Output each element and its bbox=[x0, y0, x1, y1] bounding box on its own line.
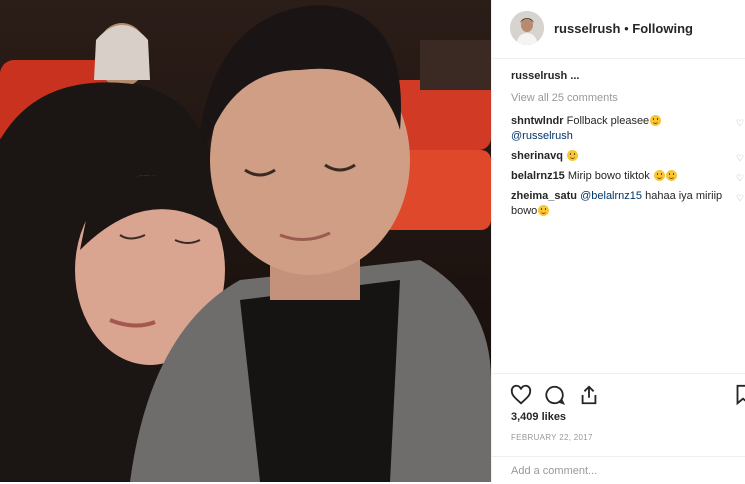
follow-status-button[interactable]: Following bbox=[632, 21, 693, 36]
comment-mention[interactable]: @russelrush bbox=[511, 130, 573, 142]
laugh-emoji-icon bbox=[538, 205, 550, 216]
header-separator: • bbox=[624, 21, 629, 36]
post-date: FEBRUARY 22, 2017 bbox=[511, 433, 593, 442]
laugh-emoji-icon bbox=[653, 170, 665, 181]
post-actions: 3,409 likes FEBRUARY 22, 2017 Add a comm… bbox=[492, 373, 745, 483]
likes-count[interactable]: 3,409 likes bbox=[511, 411, 566, 423]
caption: russelrush ... bbox=[511, 70, 745, 90]
smile-emoji-icon bbox=[567, 150, 579, 161]
comment-like-heart-icon[interactable]: ♡ bbox=[736, 116, 745, 128]
post-side-panel: russelrush • Following russelrush ... Vi… bbox=[491, 0, 745, 482]
comments-section: russelrush ... View all 25 comments shnt… bbox=[511, 70, 745, 224]
comment-text: Mirip bowo tiktok bbox=[567, 170, 650, 182]
share-icon[interactable] bbox=[578, 384, 600, 406]
header-username[interactable]: russelrush bbox=[554, 21, 620, 36]
comment-like-heart-icon[interactable]: ♡ bbox=[736, 171, 745, 183]
bookmark-icon[interactable] bbox=[732, 384, 745, 406]
comment-like-heart-icon[interactable]: ♡ bbox=[736, 151, 745, 163]
caption-username[interactable]: russelrush bbox=[511, 70, 567, 82]
comment-icon[interactable] bbox=[544, 384, 566, 406]
comment-item: belalrnz15 Mirip bowo tiktok ♡ bbox=[511, 169, 744, 184]
comment-username[interactable]: sherinavq bbox=[511, 150, 563, 162]
laugh-emoji-icon bbox=[665, 170, 677, 181]
comment-item: sherinavq ♡ bbox=[511, 149, 744, 164]
comment-username[interactable]: belalrnz15 bbox=[511, 170, 565, 182]
heart-icon[interactable] bbox=[510, 384, 532, 406]
post-photo[interactable] bbox=[0, 0, 491, 482]
comment-item: zheima_satu @belalrnz15 hahaa iya miriip… bbox=[511, 189, 744, 219]
add-comment-input[interactable]: Add a comment... bbox=[511, 465, 597, 477]
post-header: russelrush • Following bbox=[492, 0, 745, 59]
add-comment-bar[interactable]: Add a comment... bbox=[492, 456, 745, 484]
comment-like-heart-icon[interactable]: ♡ bbox=[736, 191, 745, 203]
smile-emoji-icon bbox=[650, 115, 662, 126]
comment-text: Follback pleasee bbox=[566, 115, 650, 127]
comment-username[interactable]: shntwlndr bbox=[511, 115, 564, 127]
comment-item: shntwlndr Follback pleasee @russelrush ♡ bbox=[511, 114, 744, 144]
avatar[interactable] bbox=[510, 11, 544, 45]
view-all-comments-link[interactable]: View all 25 comments bbox=[511, 92, 745, 114]
comment-username[interactable]: zheima_satu bbox=[511, 190, 577, 202]
caption-text: ... bbox=[570, 70, 580, 82]
comment-mention[interactable]: @belalrnz15 bbox=[580, 190, 642, 202]
